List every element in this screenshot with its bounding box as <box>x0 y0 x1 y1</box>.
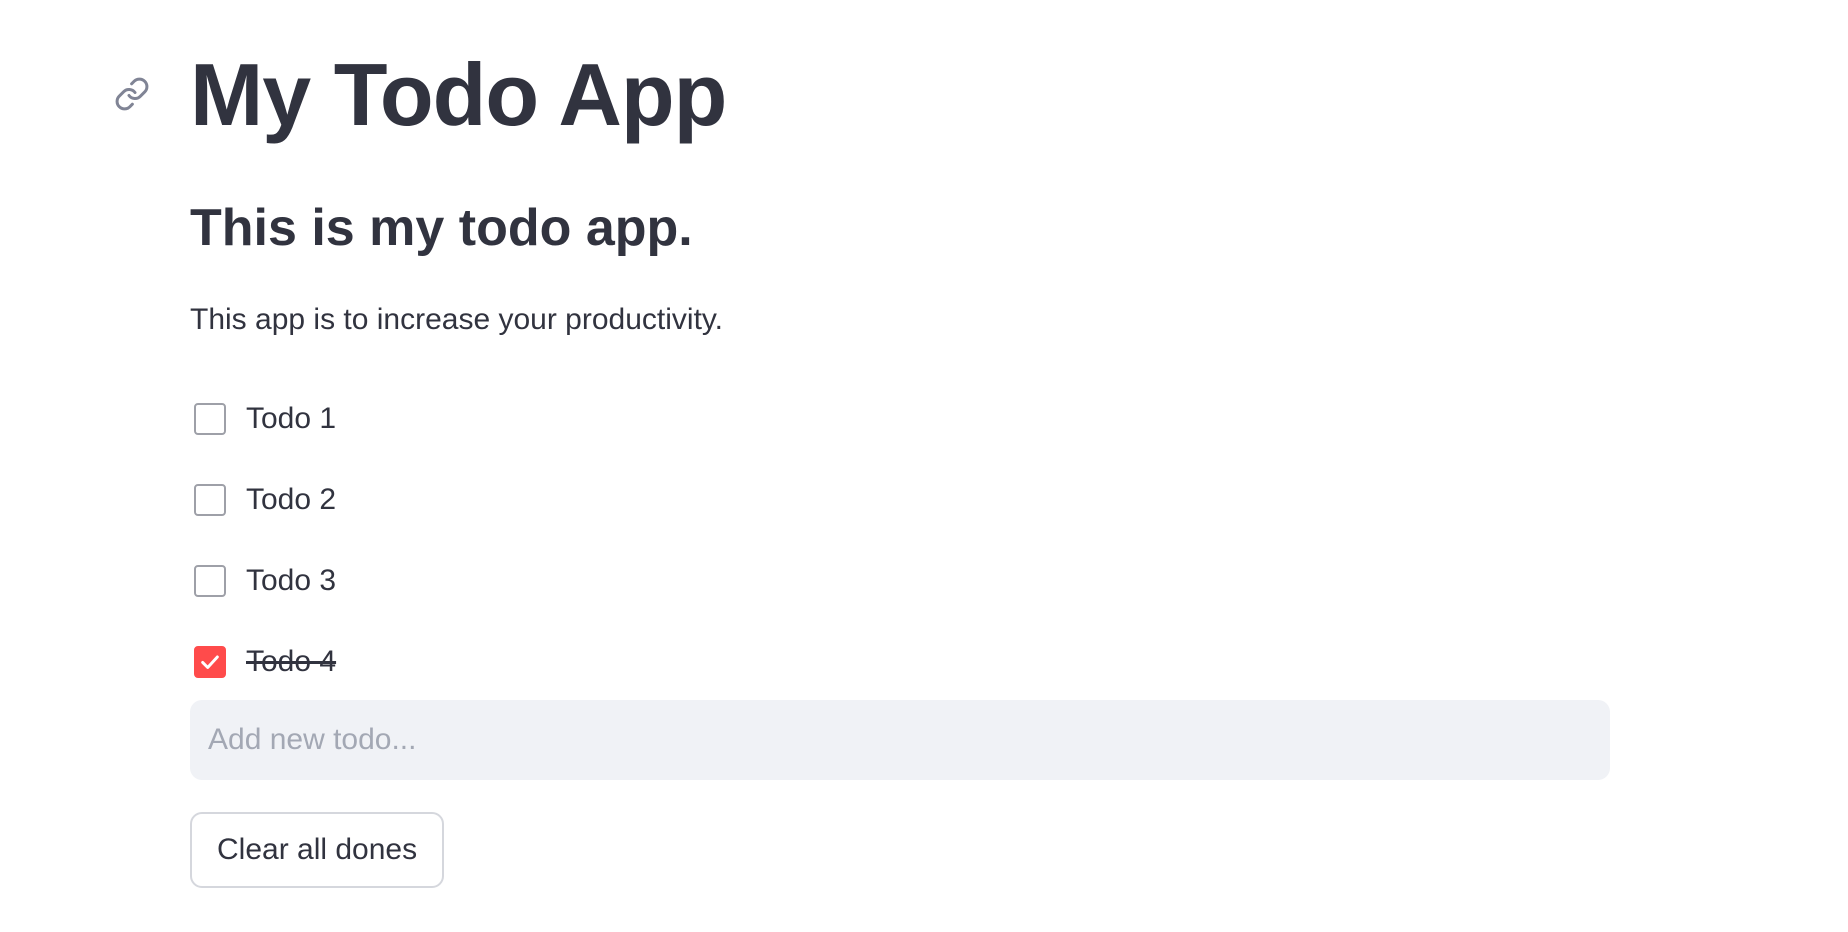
todo-list: Todo 1 Todo 2 Todo 3 Todo 4 <box>190 378 336 702</box>
todo-label: Todo 3 <box>246 563 337 597</box>
todo-item[interactable]: Todo 1 <box>190 378 336 459</box>
todo-item[interactable]: Todo 3 <box>190 540 336 621</box>
page-title: My Todo App <box>190 45 727 144</box>
title-row: My Todo App <box>115 0 1610 190</box>
todo-checkbox[interactable] <box>194 645 226 678</box>
todo-item[interactable]: Todo 4 <box>190 621 336 702</box>
page-subtitle: This is my todo app. <box>190 199 693 257</box>
todo-label: Todo 4 <box>246 644 337 678</box>
todo-item[interactable]: Todo 2 <box>190 459 336 540</box>
todo-checkbox[interactable] <box>194 402 226 435</box>
todo-checkbox[interactable] <box>194 564 226 597</box>
todo-checkbox[interactable] <box>194 483 226 516</box>
todo-label: Todo 2 <box>246 482 337 516</box>
clear-all-dones-button[interactable]: Clear all dones <box>190 812 445 888</box>
todo-label: Todo 1 <box>246 401 337 435</box>
app-page: My Todo App This is my todo app. This ap… <box>0 0 1848 932</box>
main-content: My Todo App This is my todo app. This ap… <box>115 0 1610 888</box>
page-description: This app is to increase your productivit… <box>190 303 724 336</box>
link-icon[interactable] <box>112 74 152 114</box>
new-todo-input[interactable] <box>190 700 1610 780</box>
